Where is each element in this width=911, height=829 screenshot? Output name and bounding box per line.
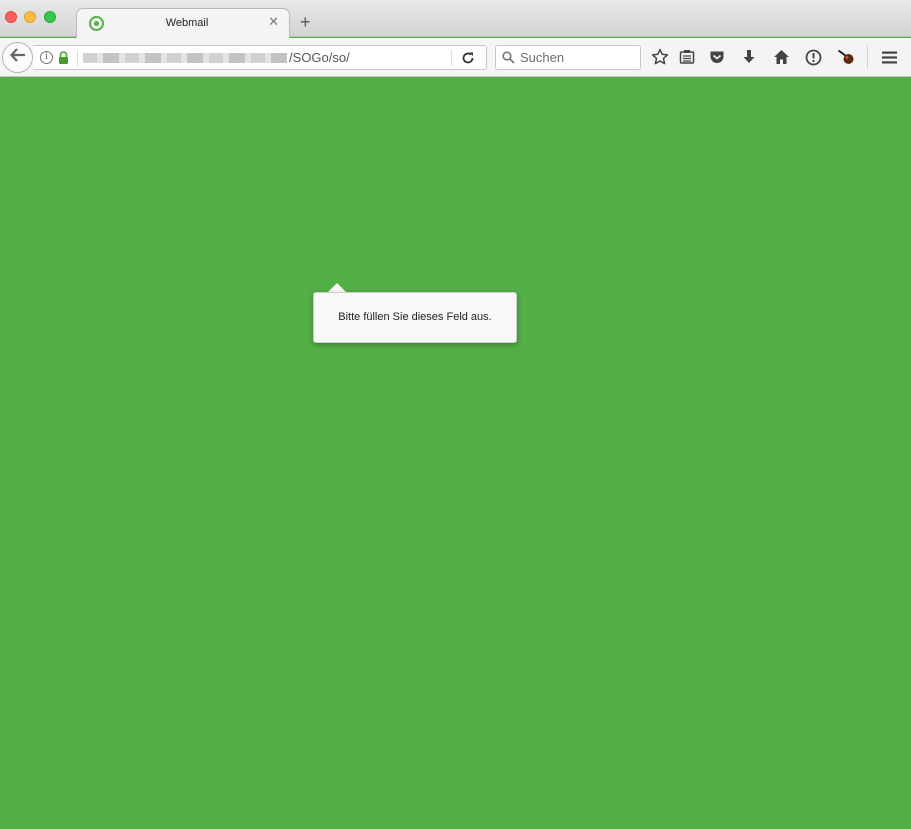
toolbar-separator xyxy=(867,45,868,69)
tab-close-icon[interactable]: ✕ xyxy=(268,15,279,29)
window-maximize-button[interactable] xyxy=(44,11,56,23)
warning-icon[interactable] xyxy=(803,47,823,67)
bookmark-star-icon[interactable] xyxy=(650,47,670,67)
reload-separator xyxy=(451,50,452,66)
extension-icon[interactable] xyxy=(836,47,856,67)
reading-list-icon[interactable] xyxy=(677,47,697,67)
tab-strip: Webmail ✕ + xyxy=(0,0,911,38)
lock-icon[interactable] xyxy=(58,51,69,69)
reload-icon[interactable] xyxy=(461,51,475,70)
url-separator xyxy=(77,50,78,66)
info-icon[interactable]: i xyxy=(40,51,53,64)
home-icon[interactable] xyxy=(771,47,791,67)
page-content xyxy=(0,78,911,829)
download-icon[interactable] xyxy=(739,47,759,67)
window-minimize-button[interactable] xyxy=(24,11,36,23)
window-close-button[interactable] xyxy=(5,11,17,23)
url-host-redacted xyxy=(83,53,287,63)
tab-webmail[interactable]: Webmail ✕ xyxy=(76,8,290,38)
search-bar[interactable] xyxy=(495,45,641,70)
sogo-favicon-icon xyxy=(89,16,104,31)
pocket-icon[interactable] xyxy=(707,47,727,67)
menu-icon[interactable] xyxy=(879,47,899,67)
tab-title: Webmail xyxy=(165,17,209,29)
url-path[interactable]: /SOGo/so/ xyxy=(289,50,350,65)
search-input[interactable] xyxy=(520,49,636,66)
back-arrow-icon xyxy=(9,48,26,67)
url-bar[interactable]: i /SOGo/so/ xyxy=(33,45,487,70)
back-button[interactable] xyxy=(2,42,33,73)
validation-tooltip: Bitte füllen Sie dieses Feld aus. xyxy=(313,292,517,343)
new-tab-button[interactable]: + xyxy=(300,13,311,31)
navigation-toolbar: i /SOGo/so/ xyxy=(0,38,911,77)
validation-message: Bitte füllen Sie dieses Feld aus. xyxy=(338,311,492,323)
search-icon xyxy=(502,51,515,69)
